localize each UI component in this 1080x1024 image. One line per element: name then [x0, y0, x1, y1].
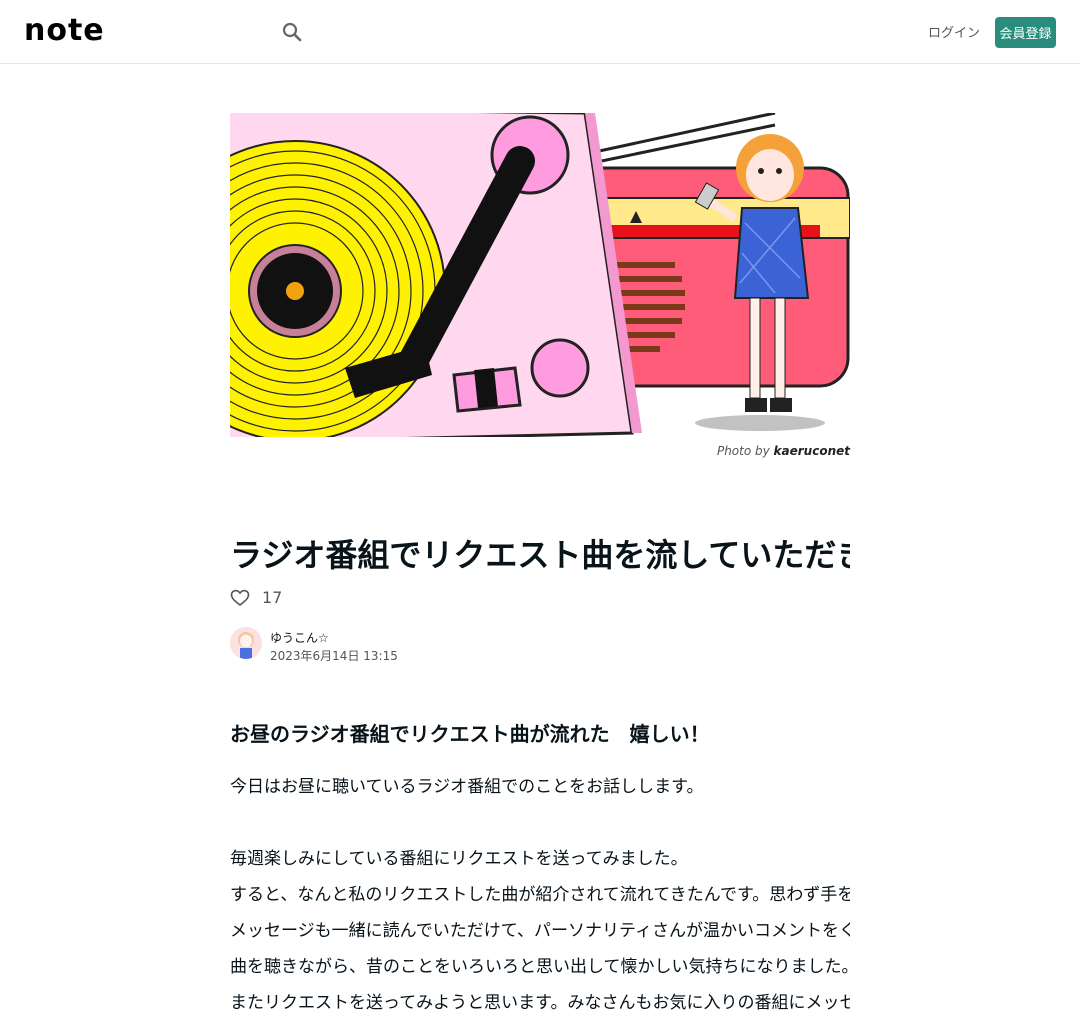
article-paragraph: またリクエストを送ってみようと思います。みなさんもお気に入りの番組にメッセージを…: [230, 993, 850, 1013]
photo-credit: Photo by kaeruconet: [600, 444, 850, 458]
article-heading: お昼のラジオ番組でリクエスト曲が流れた 嬉しい！: [230, 722, 710, 746]
search-button[interactable]: [280, 20, 304, 44]
article-title: ラジオ番組でリクエスト曲を流していただきました！: [230, 536, 850, 574]
author-name[interactable]: ゆうこん☆: [270, 629, 329, 646]
signup-button[interactable]: 会員登録: [995, 17, 1056, 48]
article-paragraph: 曲を聴きながら、昔のことをいろいろと思い出して懐かしい気持ちになりました。: [230, 957, 850, 977]
article-paragraph: 今日はお昼に聴いているラジオ番組でのことをお話しします。: [230, 777, 704, 797]
author-avatar[interactable]: [230, 627, 262, 659]
post-date: 2023年6月14日 13:15: [270, 649, 398, 663]
article-paragraph: メッセージも一緒に読んでいただけて、パーソナリティさんが温かいコメントをください…: [230, 921, 850, 941]
credit-author-link[interactable]: kaeruconet: [774, 444, 850, 458]
site-header: note ログイン 会員登録: [0, 0, 1080, 64]
heart-icon: [230, 589, 250, 606]
article-paragraph: すると、なんと私のリクエストした曲が紹介されて流れてきたんです。思わず手を止めて…: [230, 885, 850, 905]
article-paragraph: 毎週楽しみにしている番組にリクエストを送ってみました。: [230, 849, 688, 869]
credit-prefix: Photo by: [716, 444, 770, 458]
note-logo[interactable]: note: [24, 16, 105, 46]
like-button[interactable]: [230, 588, 250, 608]
radio-illustration: [230, 113, 850, 437]
avatar-image: [230, 627, 262, 659]
login-link[interactable]: ログイン: [928, 22, 980, 41]
hero-image: [230, 113, 850, 437]
search-icon: [282, 22, 302, 42]
like-count: 17: [262, 588, 283, 607]
